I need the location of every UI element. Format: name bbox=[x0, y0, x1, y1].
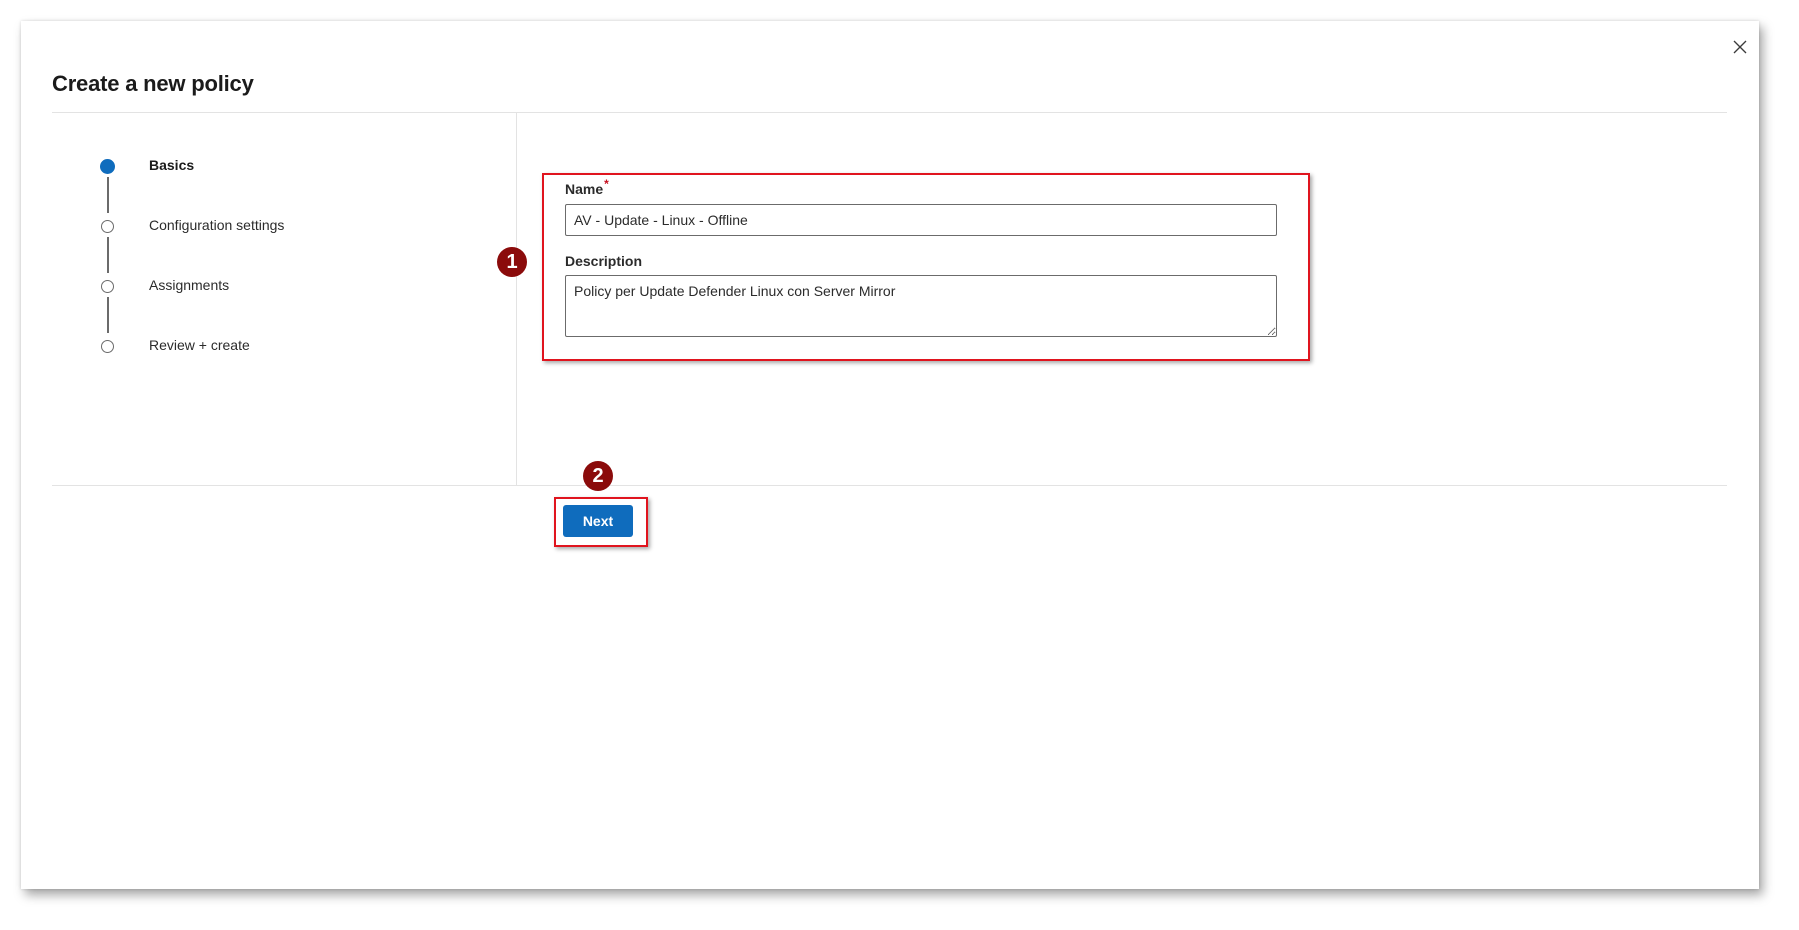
name-label: Name* bbox=[565, 177, 609, 197]
step-label: Review + create bbox=[149, 337, 250, 353]
header-divider bbox=[52, 112, 1727, 113]
description-input[interactable]: Policy per Update Defender Linux con Ser… bbox=[565, 275, 1277, 337]
step-active-indicator-icon bbox=[100, 158, 115, 174]
step-connector bbox=[107, 237, 109, 273]
step-label: Assignments bbox=[149, 277, 230, 293]
annotation-marker-2: 2 bbox=[583, 461, 613, 491]
close-icon bbox=[1733, 40, 1747, 54]
step-configuration-settings[interactable]: Configuration settings bbox=[101, 216, 284, 236]
step-pending-indicator-icon bbox=[101, 219, 114, 233]
step-connector bbox=[107, 177, 109, 213]
description-label: Description bbox=[565, 253, 643, 269]
step-pending-indicator-icon bbox=[101, 339, 114, 353]
annotation-marker-1: 1 bbox=[497, 247, 527, 277]
step-pending-indicator-icon bbox=[101, 279, 114, 293]
stepper-divider bbox=[516, 113, 517, 485]
step-label: Basics bbox=[149, 157, 195, 173]
create-policy-dialog: Create a new policy Basics Configuration… bbox=[21, 21, 1759, 889]
footer-divider bbox=[52, 485, 1727, 486]
step-basics[interactable]: Basics bbox=[100, 156, 194, 176]
step-review-create[interactable]: Review + create bbox=[101, 336, 250, 356]
name-label-text: Name bbox=[565, 181, 604, 197]
next-button[interactable]: Next bbox=[563, 505, 633, 537]
dialog-title: Create a new policy bbox=[52, 71, 254, 96]
close-button[interactable] bbox=[1728, 35, 1752, 59]
name-input[interactable] bbox=[565, 204, 1277, 236]
step-connector bbox=[107, 297, 109, 333]
required-asterisk: * bbox=[604, 177, 609, 191]
step-assignments[interactable]: Assignments bbox=[101, 276, 229, 296]
step-label: Configuration settings bbox=[149, 217, 285, 233]
